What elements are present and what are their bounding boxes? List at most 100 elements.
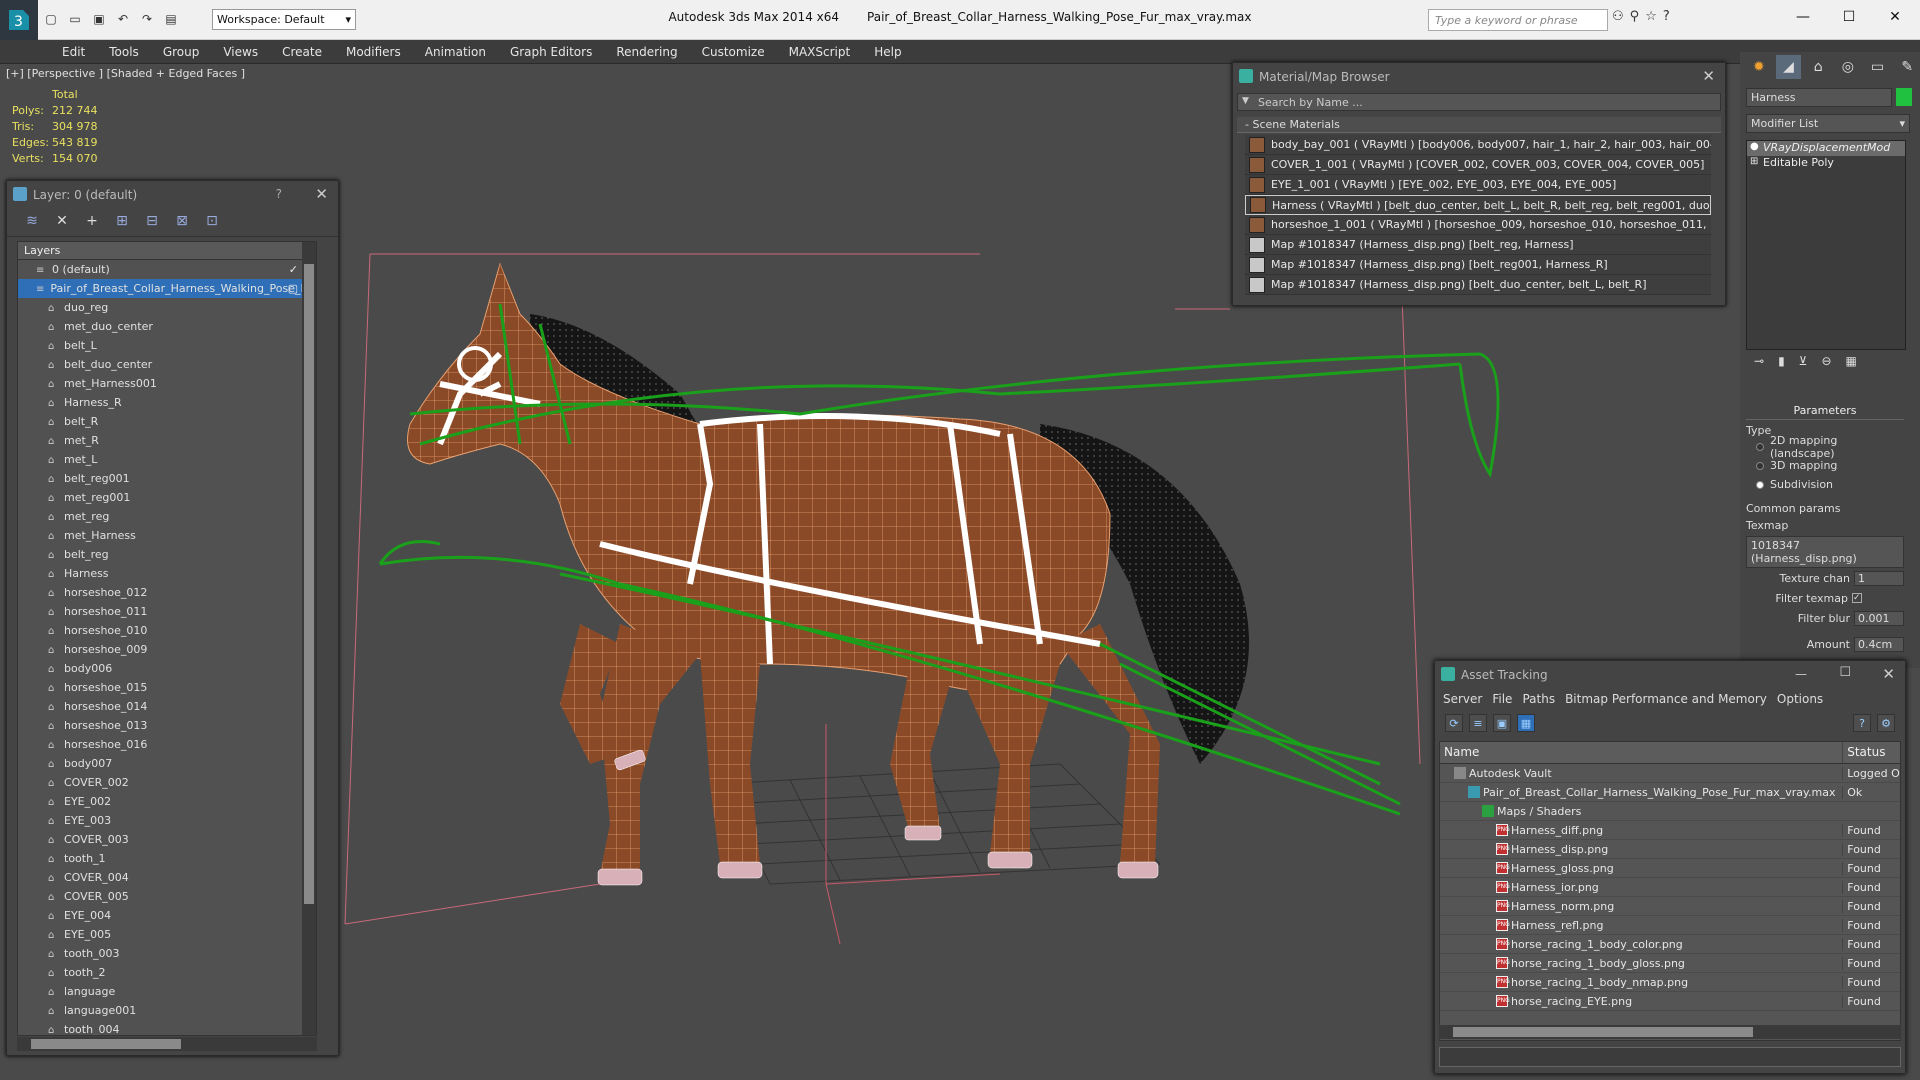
- texmap-button[interactable]: 1018347 (Harness_disp.png): [1746, 536, 1904, 568]
- binoculars-icon[interactable]: ⚇: [1612, 9, 1624, 24]
- scrollbar-thumb[interactable]: [31, 1039, 181, 1049]
- undo-icon[interactable]: ↶: [112, 8, 134, 30]
- maximize-button[interactable]: ☐: [1839, 665, 1851, 680]
- material-item[interactable]: body_bay_001 ( VRayMtl ) [body006, body0…: [1245, 135, 1711, 155]
- expand-icon[interactable]: ⊞: [1750, 156, 1758, 167]
- set-current-box-icon[interactable]: ▢: [288, 282, 298, 295]
- asset-row[interactable]: PNG horse_racing_1_body_color.png Found: [1440, 935, 1900, 954]
- horizontal-scrollbar[interactable]: [17, 1037, 317, 1051]
- object-row[interactable]: ⌂ horseshoe_009: [18, 640, 316, 659]
- menu-paths[interactable]: Paths: [1520, 692, 1563, 706]
- freeze-all-icon[interactable]: ⊡: [201, 213, 223, 233]
- settings-icon[interactable]: ⚙: [1877, 714, 1895, 732]
- app-logo-button[interactable]: 3: [0, 0, 38, 40]
- list-view-icon[interactable]: ≡: [1469, 714, 1487, 732]
- redo-icon[interactable]: ↷: [136, 8, 158, 30]
- amount-spinner[interactable]: 0.4cm: [1854, 636, 1904, 652]
- highlight-layer-icon[interactable]: ⊟: [141, 213, 163, 233]
- workspace-dropdown[interactable]: Workspace: Default ▾: [212, 9, 356, 30]
- asset-row[interactable]: PNG Harness_refl.png Found: [1440, 916, 1900, 935]
- object-row[interactable]: ⌂ met_L: [18, 450, 316, 469]
- object-row[interactable]: ⌂ met_duo_center: [18, 317, 316, 336]
- vertical-scrollbar[interactable]: [302, 242, 316, 1035]
- select-objects-icon[interactable]: ⊞: [111, 213, 133, 233]
- new-file-icon[interactable]: ▢: [40, 8, 62, 30]
- asset-row[interactable]: PNG horse_racing_EYE.png Found: [1440, 992, 1900, 1011]
- object-row[interactable]: ⌂ met_Harness001: [18, 374, 316, 393]
- menu-options[interactable]: Options: [1775, 692, 1831, 706]
- search-input[interactable]: Type a keyword or phrase: [1428, 9, 1608, 31]
- minimize-button[interactable]: —: [1795, 667, 1807, 681]
- object-row[interactable]: ⌂ EYE_005: [18, 925, 316, 944]
- filter-texmap-checkbox[interactable]: ✓: [1852, 593, 1862, 603]
- object-row[interactable]: ⌂ duo_reg: [18, 298, 316, 317]
- object-row[interactable]: ⌂ belt_reg001: [18, 469, 316, 488]
- menu-file[interactable]: File: [1490, 692, 1520, 706]
- add-to-layer-icon[interactable]: +: [81, 213, 103, 233]
- menu-edit[interactable]: Edit: [50, 45, 97, 59]
- menu-animation[interactable]: Animation: [413, 45, 498, 59]
- asset-row[interactable]: PNG Harness_disp.png Found: [1440, 840, 1900, 859]
- modify-tab-icon[interactable]: ◢: [1775, 55, 1802, 79]
- material-item[interactable]: Map #1018347 (Harness_disp.png) [belt_re…: [1245, 235, 1711, 255]
- menu-tools[interactable]: Tools: [97, 45, 151, 59]
- object-row[interactable]: ⌂ tooth_003: [18, 944, 316, 963]
- current-layer-check-icon[interactable]: ✓: [289, 263, 298, 276]
- asset-row[interactable]: PNG Harness_norm.png Found: [1440, 897, 1900, 916]
- material-item[interactable]: horseshoe_1_001 ( VRayMtl ) [horseshoe_0…: [1245, 215, 1711, 235]
- asset-table[interactable]: Name Status Autodesk Vault Logged Ou Pair_…: [1439, 741, 1901, 1041]
- object-row[interactable]: ⌂ horseshoe_014: [18, 697, 316, 716]
- object-row[interactable]: ⌂ language001: [18, 1001, 316, 1020]
- object-row[interactable]: ⌂ met_Harness: [18, 526, 316, 545]
- object-row[interactable]: ⌂ met_reg001: [18, 488, 316, 507]
- favorites-icon[interactable]: ☆: [1645, 9, 1657, 24]
- asset-row[interactable]: PNG Harness_gloss.png Found: [1440, 859, 1900, 878]
- help-button[interactable]: ?: [276, 187, 282, 201]
- object-row[interactable]: ⌂ belt_reg: [18, 545, 316, 564]
- layers-column-header[interactable]: Layers: [18, 242, 316, 260]
- scrollbar-thumb[interactable]: [304, 264, 314, 904]
- table-view-icon[interactable]: ▦: [1517, 714, 1535, 732]
- close-button[interactable]: ✕: [1702, 67, 1715, 85]
- horizontal-scrollbar[interactable]: [1439, 1025, 1901, 1039]
- object-row[interactable]: ⌂ body007: [18, 754, 316, 773]
- column-status[interactable]: Status: [1842, 742, 1900, 763]
- menu-server[interactable]: Server: [1441, 692, 1490, 706]
- scene-materials-group[interactable]: - Scene Materials: [1237, 117, 1721, 133]
- column-name[interactable]: Name: [1440, 742, 1842, 763]
- configure-sets-icon[interactable]: ▦: [1846, 354, 1857, 374]
- object-row[interactable]: ⌂ horseshoe_010: [18, 621, 316, 640]
- utilities-tab-icon[interactable]: ✎: [1894, 55, 1920, 79]
- create-tab-icon[interactable]: ✹: [1746, 55, 1772, 79]
- asset-row[interactable]: PNG horse_racing_1_body_nmap.png Found: [1440, 973, 1900, 992]
- radio-subdivision[interactable]: Subdivision: [1746, 475, 1904, 494]
- asset-row[interactable]: PNG Harness_ior.png Found: [1440, 878, 1900, 897]
- material-item[interactable]: Map #1018347 (Harness_disp.png) [belt_re…: [1245, 255, 1711, 275]
- texture-chan-spinner[interactable]: 1: [1854, 570, 1904, 586]
- layer-row[interactable]: ≡ Pair_of_Breast_Collar_Harness_Walking_P…: [18, 279, 316, 298]
- object-row[interactable]: ⌂ Harness: [18, 564, 316, 583]
- material-item[interactable]: EYE_1_001 ( VRayMtl ) [EYE_002, EYE_003,…: [1245, 175, 1711, 195]
- parameters-rollout[interactable]: Parameters: [1746, 404, 1904, 420]
- filter-blur-spinner[interactable]: 0.001: [1854, 610, 1904, 626]
- object-row[interactable]: ⌂ horseshoe_012: [18, 583, 316, 602]
- pin-stack-icon[interactable]: ⊸: [1754, 354, 1764, 374]
- asset-row[interactable]: Autodesk Vault Logged Ou: [1440, 764, 1900, 783]
- display-tab-icon[interactable]: ▭: [1865, 55, 1891, 79]
- material-item[interactable]: Harness ( VRayMtl ) [belt_duo_center, be…: [1245, 195, 1711, 215]
- object-row[interactable]: ⌂ horseshoe_013: [18, 716, 316, 735]
- material-item[interactable]: COVER_1_001 ( VRayMtl ) [COVER_002, COVE…: [1245, 155, 1711, 175]
- chevron-down-icon[interactable]: ▼: [1242, 96, 1249, 106]
- thumbnail-view-icon[interactable]: ▣: [1493, 714, 1511, 732]
- asset-row[interactable]: PNG horse_racing_1_body_gloss.png Found: [1440, 954, 1900, 973]
- menu-group[interactable]: Group: [151, 45, 212, 59]
- hierarchy-tab-icon[interactable]: ⌂: [1805, 55, 1831, 79]
- material-search-input[interactable]: ▼ Search by Name ...: [1237, 93, 1721, 111]
- stack-item-editable-poly[interactable]: ⊞ Editable Poly: [1747, 156, 1905, 171]
- project-folder-icon[interactable]: ▤: [160, 8, 182, 30]
- menu-graph-editors[interactable]: Graph Editors: [498, 45, 604, 59]
- object-name-field[interactable]: Harness: [1746, 88, 1892, 107]
- layer-list[interactable]: Layers ≡ 0 (default) ✓ ≡ Pair_of_Breast_Coll…: [17, 241, 317, 1036]
- object-row[interactable]: ⌂ EYE_004: [18, 906, 316, 925]
- hide-all-icon[interactable]: ⊠: [171, 213, 193, 233]
